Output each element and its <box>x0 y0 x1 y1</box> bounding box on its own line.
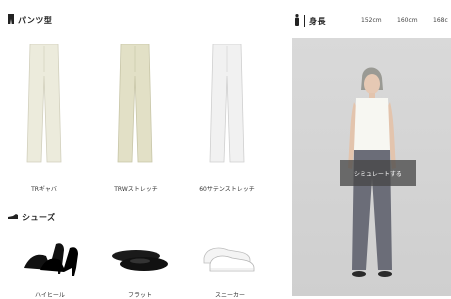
sneaker-image <box>203 247 255 272</box>
shoe-item-flat[interactable] <box>110 238 170 282</box>
height-option-152[interactable]: 152cm <box>361 17 382 24</box>
pants-icon <box>8 14 14 26</box>
person-icon <box>294 14 300 28</box>
pants-image <box>209 43 245 163</box>
avatar-preview: シミュレートする <box>292 38 451 296</box>
height-label: 身長 <box>309 16 326 26</box>
pants-image <box>26 43 62 163</box>
flat-shoe-image <box>112 250 168 271</box>
pants-item-60-satin-stretch[interactable] <box>209 43 245 170</box>
pants-item-trw-stretch[interactable] <box>117 43 153 170</box>
shoe-item-high-heel[interactable] <box>20 236 80 280</box>
pants-section-title: パンツ型 <box>8 14 52 26</box>
pants-item-label: 60サテンストレッチ <box>199 186 255 193</box>
shoe-item-label: ハイヒール <box>35 292 65 299</box>
pants-item-label: TRWストレッチ <box>114 186 158 193</box>
shoes-section-label: シューズ <box>22 213 56 222</box>
shoe-icon <box>8 213 18 222</box>
height-option-168[interactable]: 168c <box>433 17 448 24</box>
shoe-item-label: スニーカー <box>214 292 245 299</box>
high-heel-image <box>24 243 78 276</box>
shoe-item-label: フラット <box>127 292 152 299</box>
pants-image <box>117 43 153 163</box>
pants-item-label: TRギャバ <box>31 186 57 193</box>
shoes-section-title: シューズ <box>8 212 56 223</box>
height-option-160[interactable]: 160cm <box>397 17 418 24</box>
pants-section-label: パンツ型 <box>18 15 53 25</box>
pants-item-tr-gabardine[interactable] <box>26 43 62 170</box>
simulate-button[interactable]: シミュレートする <box>340 160 416 186</box>
height-section-title: 身長 <box>294 14 326 28</box>
shoe-item-sneaker[interactable] <box>200 236 260 280</box>
